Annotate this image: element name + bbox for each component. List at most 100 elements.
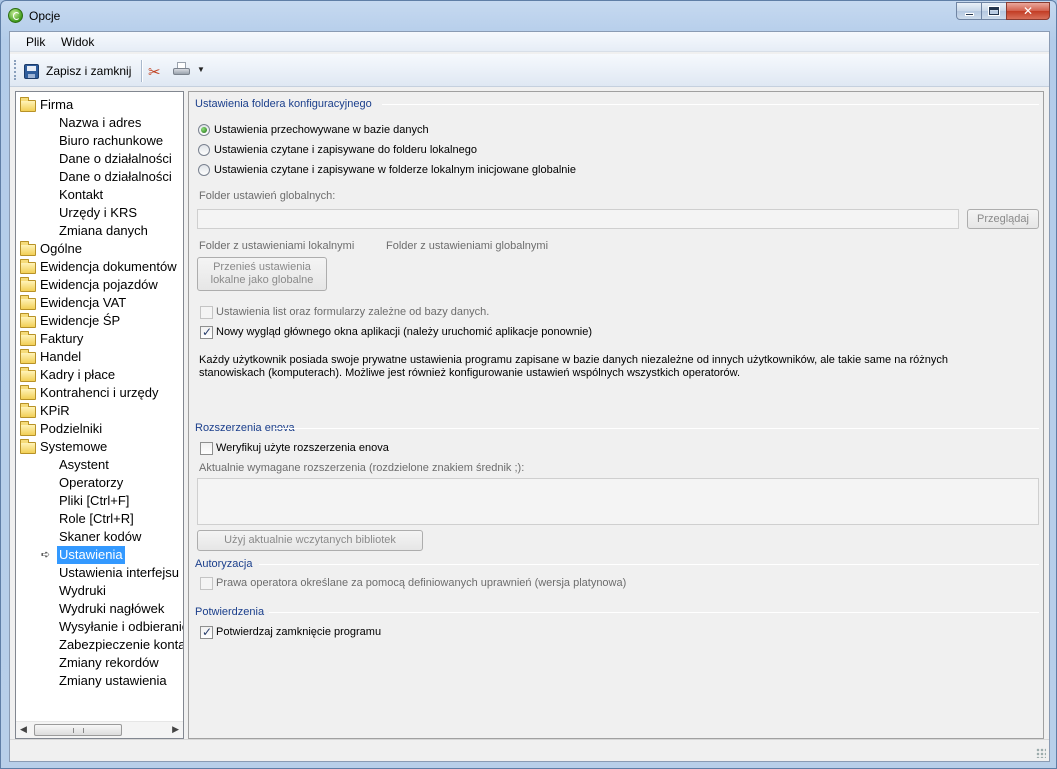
- tree-item-ewidencje-sp[interactable]: Ewidencje ŚP: [40, 312, 120, 330]
- tree-item-wydruki[interactable]: Wydruki: [59, 582, 106, 600]
- options-window: Opcje ✕ Plik Widok Zapisz i zamknij ▼: [0, 0, 1057, 769]
- tree-item-kontrahenci-i-urzedy[interactable]: Kontrahenci i urzędy: [40, 384, 159, 402]
- list-settings-checkbox[interactable]: [200, 306, 213, 319]
- resize-grip[interactable]: [1036, 748, 1046, 758]
- status-bar: [10, 739, 1049, 761]
- tree-item-pliki-ctrl-f[interactable]: Pliki [Ctrl+F]: [59, 492, 129, 510]
- tree-item-skaner-kodow[interactable]: Skaner kodów: [59, 528, 141, 546]
- window-title: Opcje: [29, 9, 61, 23]
- group-line: [259, 564, 1039, 565]
- group-authorization-title: Autoryzacja: [195, 558, 253, 570]
- selected-arrow-icon: ➪: [41, 549, 51, 561]
- radio-stored-in-database[interactable]: [198, 124, 210, 136]
- toolbar-grip[interactable]: [14, 60, 17, 80]
- tree-item-ewidencja-pojazdow[interactable]: Ewidencja pojazdów: [40, 276, 158, 294]
- tree-item-dane-o-dzia-alnosci[interactable]: Dane o działalności: [59, 168, 172, 186]
- operator-rights-checkbox[interactable]: [200, 577, 213, 590]
- tree-item-operatorzy[interactable]: Operatorzy: [59, 474, 123, 492]
- scroll-thumb[interactable]: [34, 724, 122, 736]
- folder-icon: [20, 295, 36, 310]
- folder-icon: [20, 385, 36, 400]
- folder-icon: [20, 439, 36, 454]
- confirm-close-label[interactable]: Potwierdzaj zamknięcie programu: [216, 626, 381, 638]
- folder-icon: [20, 241, 36, 256]
- tree-item-kadry-i-p-ace[interactable]: Kadry i płace: [40, 366, 115, 384]
- printer-icon[interactable]: [173, 62, 190, 78]
- tree-item-wysy-anie-i-odbieranie[interactable]: Wysyłanie i odbieranie: [59, 618, 183, 636]
- radio-local-folder-global-init[interactable]: [198, 164, 210, 176]
- radio-stored-in-database-label[interactable]: Ustawienia przechowywane w bazie danych: [214, 124, 429, 136]
- tree-item-zabezpieczenie-konta[interactable]: Zabezpieczenie konta: [59, 636, 183, 654]
- move-to-global-button[interactable]: Przenieś ustawienia lokalne jako globaln…: [197, 257, 327, 291]
- global-folder-label: Folder ustawień globalnych:: [199, 190, 336, 202]
- tree-item-biuro-rachunkowe[interactable]: Biuro rachunkowe: [59, 132, 163, 150]
- toolbar: Zapisz i zamknij ▼: [10, 54, 1049, 87]
- minimize-button[interactable]: [956, 2, 982, 20]
- save-and-close-button[interactable]: Zapisz i zamknij: [24, 60, 131, 82]
- tree-item-zmiany-rekordow[interactable]: Zmiany rekordów: [59, 654, 159, 672]
- tree-item-zmiana-danych[interactable]: Zmiana danych: [59, 222, 148, 240]
- tree-item-urzedy-i-krs[interactable]: Urzędy i KRS: [59, 204, 137, 222]
- options-tree[interactable]: Firma Nazwa i adres Biuro rachunkowe Dane o…: [15, 91, 184, 739]
- close-icon: ✕: [1022, 4, 1034, 18]
- scroll-left-icon[interactable]: ◀: [20, 724, 27, 735]
- tree-item-ustawienia[interactable]: Ustawienia: [57, 546, 125, 564]
- new-look-checkbox[interactable]: [200, 325, 213, 339]
- tree-item-podzielniki[interactable]: Podzielniki: [40, 420, 102, 438]
- use-loaded-libraries-button[interactable]: Użyj aktualnie wczytanych bibliotek: [197, 530, 423, 551]
- tree-item-wydruki-nag-owek[interactable]: Wydruki nagłówek: [59, 600, 164, 618]
- save-and-close-label: Zapisz i zamknij: [46, 64, 132, 78]
- maximize-icon: [989, 7, 999, 15]
- menu-widok[interactable]: Widok: [61, 35, 94, 49]
- toolbar-separator: [141, 60, 142, 82]
- scroll-right-icon[interactable]: ▶: [172, 724, 179, 735]
- tree-item-firma[interactable]: Firma: [40, 96, 73, 114]
- verify-extensions-label[interactable]: Weryfikuj użyte rozszerzenia enova: [216, 442, 389, 454]
- maximize-button[interactable]: [981, 2, 1007, 20]
- tree-item-ewidencja-dokumentow[interactable]: Ewidencja dokumentów: [40, 258, 177, 276]
- folder-icon: [20, 421, 36, 436]
- browse-button[interactable]: Przeglądaj: [967, 209, 1039, 229]
- radio-local-folder-global-init-label[interactable]: Ustawienia czytane i zapisywane w folder…: [214, 164, 576, 176]
- folder-icon: [20, 97, 36, 112]
- operator-rights-label: Prawa operatora określane za pomocą defi…: [216, 577, 627, 589]
- info-text: Każdy użytkownik posiada swoje prywatne …: [199, 354, 949, 379]
- folder-icon: [20, 403, 36, 418]
- menu-plik[interactable]: Plik: [26, 35, 45, 49]
- title-bar[interactable]: Opcje ✕: [1, 1, 1056, 31]
- global-folder-link[interactable]: Folder z ustawieniami globalnymi: [386, 240, 548, 252]
- tree-item-nazwa-i-adres[interactable]: Nazwa i adres: [59, 114, 141, 132]
- required-extensions-input[interactable]: [197, 478, 1039, 525]
- tree-item-ogolne[interactable]: Ogólne: [40, 240, 82, 258]
- tree-item-asystent[interactable]: Asystent: [59, 456, 109, 474]
- tree-item-dane-o-dzia-alnosci[interactable]: Dane o działalności: [59, 150, 172, 168]
- group-line: [382, 104, 1039, 105]
- tree-item-role-ctrl-r[interactable]: Role [Ctrl+R]: [59, 510, 134, 528]
- radio-local-folder[interactable]: [198, 144, 210, 156]
- tree-item-kontakt[interactable]: Kontakt: [59, 186, 103, 204]
- print-dropdown-icon[interactable]: ▼: [197, 65, 205, 74]
- close-button[interactable]: ✕: [1006, 2, 1050, 20]
- group-confirmations-title: Potwierdzenia: [195, 606, 265, 618]
- new-look-label[interactable]: Nowy wygląd głównego okna aplikacji (nal…: [216, 326, 592, 338]
- folder-icon: [20, 313, 36, 328]
- tree-item-zmiany-ustawienia[interactable]: Zmiany ustawienia: [59, 672, 167, 690]
- menu-bar: Plik Widok: [10, 32, 1049, 52]
- global-folder-input[interactable]: [197, 209, 959, 229]
- tree-item-ewidencja-vat[interactable]: Ewidencja VAT: [40, 294, 126, 312]
- group-config-folder-title: Ustawienia foldera konfiguracyjnego: [195, 98, 372, 110]
- tree-item-handel[interactable]: Handel: [40, 348, 81, 366]
- required-extensions-label: Aktualnie wymagane rozszerzenia (rozdzie…: [199, 462, 525, 474]
- tree-horizontal-scrollbar[interactable]: ◀ ▶: [16, 721, 183, 738]
- radio-local-folder-label[interactable]: Ustawienia czytane i zapisywane do folde…: [214, 144, 477, 156]
- tools-icon[interactable]: [148, 63, 161, 81]
- verify-extensions-checkbox[interactable]: [200, 442, 213, 455]
- tree-item-faktury[interactable]: Faktury: [40, 330, 83, 348]
- printer-body: [173, 68, 190, 75]
- tree-item-ustawienia-interfejsu[interactable]: Ustawienia interfejsu: [59, 564, 179, 582]
- tree-item-kpir[interactable]: KPiR: [40, 402, 70, 420]
- tree-item-systemowe[interactable]: Systemowe: [40, 438, 107, 456]
- folder-icon: [20, 331, 36, 346]
- local-folder-link[interactable]: Folder z ustawieniami lokalnymi: [199, 240, 354, 252]
- confirm-close-checkbox[interactable]: [200, 625, 213, 639]
